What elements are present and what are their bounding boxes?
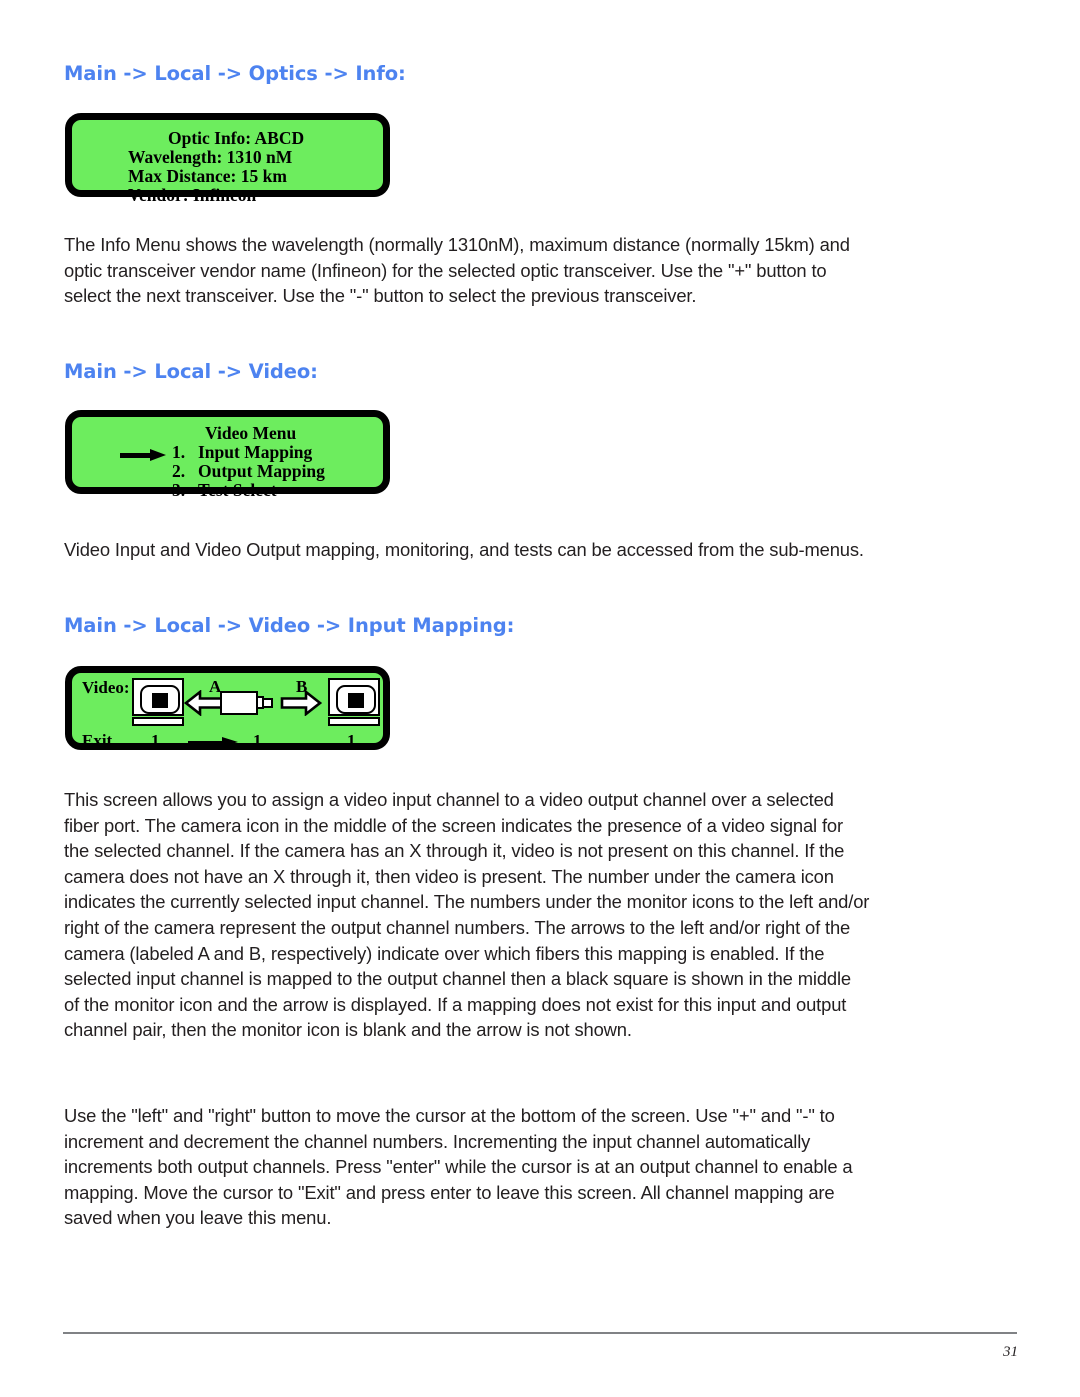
menu-item-3-label: Test Select xyxy=(198,480,277,500)
exit-menu-item[interactable]: Exit xyxy=(82,731,112,751)
document-page: Main -> Local -> Optics -> Info: Optic I… xyxy=(0,0,1080,1397)
lcd-optic-info-screen: Optic Info: ABCD Wavelength: 1310 nM Max… xyxy=(65,113,390,204)
lcd-video-menu-item-1[interactable]: 1. Input Mapping xyxy=(172,443,312,461)
paragraph-input-mapping-2: Use the "left" and "right" button to mov… xyxy=(64,1105,853,1229)
lcd-video-label: Video: xyxy=(82,678,130,697)
menu-selection-arrow-icon xyxy=(120,449,166,461)
left-output-channel-value[interactable]: 1 xyxy=(151,731,160,751)
menu-item-2-label: Output Mapping xyxy=(198,461,325,481)
lcd-video-menu-item-2[interactable]: 2. Output Mapping xyxy=(172,462,325,480)
menu-item-1-number: 1. xyxy=(172,442,186,462)
menu-item-2-number: 2. xyxy=(172,461,186,481)
lcd-optic-info-line2: Wavelength: 1310 nM xyxy=(128,147,293,167)
page-number: 31 xyxy=(1003,1344,1018,1360)
heading-video-input-mapping: Main -> Local -> Video -> Input Mapping: xyxy=(64,614,515,637)
paragraph-input-mapping-1: This screen allows you to assign a video… xyxy=(64,789,870,1041)
lcd-optic-info-line4: Vendor: Infineon xyxy=(128,185,257,205)
footer-divider xyxy=(63,1332,1017,1334)
lcd-video-menu-title: Video Menu xyxy=(205,423,297,443)
camera-icon xyxy=(220,691,274,715)
input-channel-value[interactable]: 1 xyxy=(253,731,262,751)
heading-video: Main -> Local -> Video: xyxy=(64,360,318,383)
menu-item-3-number: 3. xyxy=(172,480,186,500)
fiber-b-label: B xyxy=(296,677,308,696)
lcd-optic-info-line3: Max Distance: 15 km xyxy=(128,166,287,186)
right-output-channel-value[interactable]: 1 xyxy=(347,731,356,751)
monitor-right-icon xyxy=(328,678,380,726)
lcd-video-menu-item-3[interactable]: 3. Test Select xyxy=(172,481,277,499)
lcd-optic-info-line1: Optic Info: ABCD xyxy=(168,128,305,148)
paragraph-optics-info: The Info Menu shows the wavelength (norm… xyxy=(64,234,850,307)
paragraph-video: Video Input and Video Output mapping, mo… xyxy=(64,539,864,560)
lcd-input-mapping-screen: Video: A B Exit 1 1 1 xyxy=(65,666,390,750)
lcd-video-menu-screen: Video Menu 1. Input Mapping 2. Output Mapp… xyxy=(65,410,390,499)
monitor-left-icon xyxy=(132,678,184,726)
heading-optics-info: Main -> Local -> Optics -> Info: xyxy=(64,62,406,85)
cursor-arrow-icon xyxy=(188,737,240,748)
menu-item-1-label: Input Mapping xyxy=(198,442,313,462)
